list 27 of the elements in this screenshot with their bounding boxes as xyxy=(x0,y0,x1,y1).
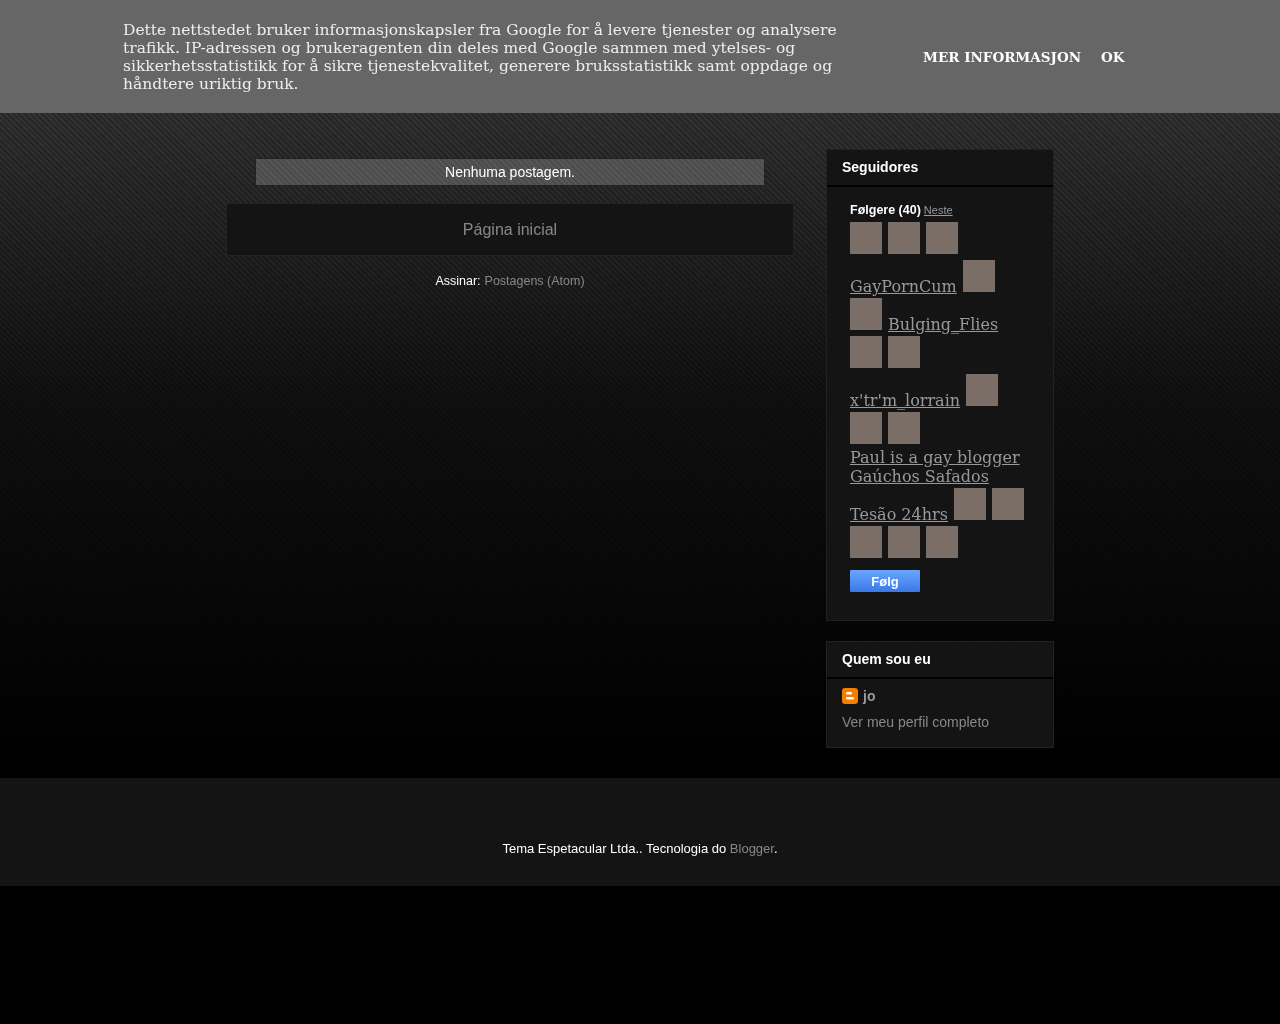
avatar-placeholder[interactable] xyxy=(962,260,995,292)
follower-link[interactable]: Bulging_Flies xyxy=(888,315,999,334)
home-link[interactable]: Página inicial xyxy=(226,203,794,256)
cookie-notice-text: Dette nettstedet bruker informasjonskapsler fra Google for å levere tjenester og analysere trafikk. IP-adressen og brukeragenten din deles med Google sammen med ytelses- og sikkerhetsstatistikk for å sikre tjenestekvalitet, generere bruksstatistikk samt oppdage og håndtere uriktig bruk. xyxy=(123,20,838,93)
next-link[interactable]: Neste xyxy=(923,204,953,216)
avatar-placeholder[interactable] xyxy=(966,374,999,406)
cookie-button[interactable]: MER INFORMASJON xyxy=(923,44,1082,69)
status-message: Nenhuma postagem. xyxy=(255,158,765,186)
follower-link[interactable]: Gaúchos Safados xyxy=(850,467,989,486)
follower-link[interactable]: x'tr'm_lorrain xyxy=(850,391,961,410)
subscribe-label: Assinar: xyxy=(435,274,481,288)
profile-link[interactable]: Ver meu perfil completo xyxy=(842,714,990,730)
footer-text: Tema Espetacular Ltda.. Tecnologia do Blogger. xyxy=(502,840,778,856)
widget-title: Quem sou eu xyxy=(827,642,1053,679)
follower-link[interactable]: Paul is a gay blogger xyxy=(850,448,1020,467)
subscribe-link[interactable]: Postagens (Atom) xyxy=(484,274,585,288)
cookie-button[interactable]: OK xyxy=(1101,44,1125,69)
avatar-placeholder[interactable] xyxy=(991,488,1024,520)
profile-name[interactable]: jo xyxy=(863,688,876,704)
avatar-placeholder[interactable] xyxy=(953,488,986,520)
follower-link[interactable]: GayPornCum xyxy=(850,277,957,296)
followers-count: Følgere (40) xyxy=(850,203,921,217)
follower-link[interactable]: Tesão 24hrs xyxy=(850,505,948,524)
follow-button[interactable]: Følg xyxy=(850,570,920,592)
blogger-link[interactable]: Blogger xyxy=(729,840,774,856)
blogger-logo-icon xyxy=(842,688,858,704)
widget-title: Seguidores xyxy=(827,150,1053,187)
